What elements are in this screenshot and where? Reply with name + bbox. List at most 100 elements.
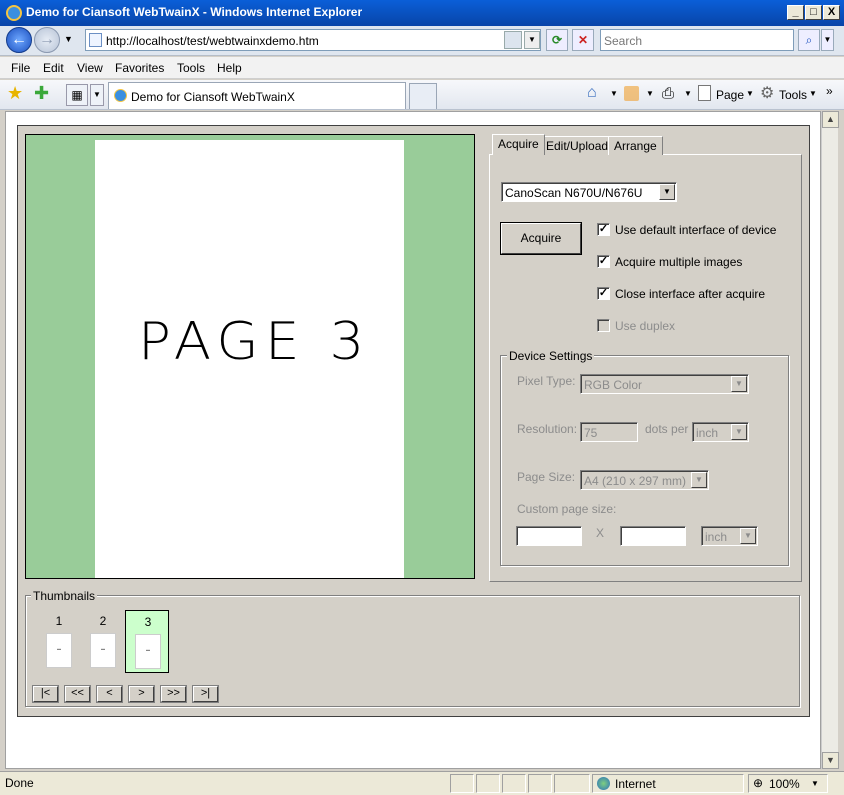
status-segment bbox=[554, 774, 590, 793]
zoom-icon: ⊕ bbox=[753, 776, 764, 790]
custom-height-input[interactable] bbox=[620, 526, 686, 546]
feeds-dropdown-icon[interactable]: ▼ bbox=[646, 89, 654, 98]
status-text: Done bbox=[5, 776, 34, 790]
new-tab-button[interactable] bbox=[409, 83, 437, 109]
globe-icon bbox=[597, 777, 610, 790]
chevron-down-icon: ▼ bbox=[740, 528, 756, 544]
vertical-scrollbar[interactable]: ▲ ▼ bbox=[821, 111, 839, 769]
custom-page-size-label: Custom page size: bbox=[517, 502, 617, 516]
page-size-label: Page Size: bbox=[517, 470, 576, 484]
thumbnail-number: 2 bbox=[99, 614, 107, 628]
address-dropdown-button[interactable]: ▼ bbox=[524, 31, 540, 49]
custom-unit-select[interactable]: inch ▼ bbox=[701, 526, 758, 546]
thumbnail-item[interactable]: 1 ▬ bbox=[37, 610, 81, 673]
browser-tab-title: Demo for Ciansoft WebTwainX bbox=[131, 90, 295, 104]
status-segment bbox=[476, 774, 500, 793]
scroll-up-button[interactable]: ▲ bbox=[822, 111, 839, 128]
device-select-value: CanoScan N670U/N676U bbox=[505, 186, 643, 200]
feeds-icon[interactable] bbox=[624, 86, 639, 101]
close-button[interactable]: X bbox=[823, 5, 840, 20]
thumbnail-item[interactable]: 2 ▬ bbox=[81, 610, 125, 673]
close-interface-label: Close interface after acquire bbox=[615, 287, 766, 301]
menu-bar: File Edit View Favorites Tools Help bbox=[0, 57, 844, 79]
tab-edit-upload[interactable]: Edit/Upload bbox=[540, 136, 615, 155]
thumbnail-image: ▬ bbox=[135, 634, 161, 669]
menu-view[interactable]: View bbox=[77, 61, 103, 75]
toolbar-overflow-icon[interactable]: » bbox=[826, 84, 833, 98]
pixel-type-label: Pixel Type: bbox=[517, 374, 576, 388]
zone-label: Internet bbox=[615, 777, 656, 791]
status-segment bbox=[528, 774, 552, 793]
add-favorite-icon[interactable]: ✚ bbox=[34, 83, 49, 104]
multiple-images-checkbox[interactable]: ✓ bbox=[597, 255, 610, 268]
thumbnail-item-selected[interactable]: 3 ▬ bbox=[125, 610, 169, 673]
status-bar: Done Internet ⊕ 100% ▼ bbox=[0, 771, 844, 795]
page-icon bbox=[89, 33, 102, 47]
tab-arrange[interactable]: Arrange bbox=[608, 136, 663, 155]
thumbnail-image: ▬ bbox=[90, 633, 116, 668]
acquire-button[interactable]: Acquire bbox=[500, 222, 582, 255]
duplex-checkbox[interactable] bbox=[597, 319, 610, 332]
menu-favorites[interactable]: Favorites bbox=[115, 61, 164, 75]
search-placeholder: Search bbox=[604, 34, 643, 48]
thumbnail-number: 1 bbox=[55, 614, 63, 628]
compatibility-icon[interactable] bbox=[504, 31, 522, 49]
tab-toolbar: ★ ✚ ▦ ▼ Demo for Ciansoft WebTwainX ⌂ ▼ … bbox=[0, 80, 844, 110]
device-settings-legend: Device Settings bbox=[507, 349, 595, 363]
last-page-button[interactable]: >| bbox=[192, 685, 219, 703]
browser-tab[interactable]: Demo for Ciansoft WebTwainX bbox=[108, 82, 406, 109]
home-icon[interactable]: ⌂ bbox=[587, 84, 597, 102]
print-dropdown-icon[interactable]: ▼ bbox=[684, 89, 692, 98]
page-dropdown-icon[interactable]: ▼ bbox=[746, 89, 754, 98]
tools-dropdown-icon[interactable]: ▼ bbox=[809, 89, 817, 98]
scroll-down-button[interactable]: ▼ bbox=[822, 752, 839, 769]
previous-page-button[interactable]: < bbox=[96, 685, 123, 703]
tools-menu-label[interactable]: Tools bbox=[779, 88, 807, 102]
page-size-select[interactable]: A4 (210 x 297 mm) ▼ bbox=[580, 470, 709, 490]
pixel-type-select[interactable]: RGB Color ▼ bbox=[580, 374, 749, 394]
home-dropdown-icon[interactable]: ▼ bbox=[610, 89, 618, 98]
multiple-images-label: Acquire multiple images bbox=[615, 255, 743, 269]
default-interface-checkbox[interactable]: ✓ bbox=[597, 223, 610, 236]
stop-icon[interactable]: ✕ bbox=[572, 29, 594, 51]
recent-pages-dropdown-icon[interactable]: ▼ bbox=[64, 34, 73, 44]
resolution-value: 75 bbox=[584, 426, 598, 440]
close-interface-checkbox[interactable]: ✓ bbox=[597, 287, 610, 300]
resolution-unit-select[interactable]: inch ▼ bbox=[692, 422, 749, 442]
previous-block-button[interactable]: << bbox=[64, 685, 91, 703]
favorites-star-icon[interactable]: ★ bbox=[7, 83, 23, 104]
forward-button[interactable]: → bbox=[34, 27, 60, 53]
scanned-page-text: PAGE 3 bbox=[138, 312, 371, 372]
thumbnail-image: ▬ bbox=[46, 633, 72, 668]
pixel-type-value: RGB Color bbox=[584, 378, 643, 392]
device-select[interactable]: CanoScan N670U/N676U ▼ bbox=[501, 182, 677, 202]
resolution-input[interactable]: 75 bbox=[580, 422, 638, 442]
custom-width-input[interactable] bbox=[516, 526, 582, 546]
address-field[interactable]: http://localhost/test/webtwainxdemo.htm bbox=[85, 29, 541, 51]
menu-tools[interactable]: Tools bbox=[177, 61, 205, 75]
refresh-icon[interactable]: ⟳ bbox=[546, 29, 568, 51]
search-options-dropdown-icon[interactable]: ▼ bbox=[821, 29, 834, 51]
search-input[interactable]: Search bbox=[600, 29, 794, 51]
search-icon[interactable]: ⌕ bbox=[798, 29, 820, 51]
next-page-button[interactable]: > bbox=[128, 685, 155, 703]
first-page-button[interactable]: |< bbox=[32, 685, 59, 703]
zoom-level: 100% bbox=[769, 777, 800, 791]
menu-help[interactable]: Help bbox=[217, 61, 242, 75]
thumbnail-number: 3 bbox=[144, 615, 152, 629]
tab-list-dropdown-icon[interactable]: ▼ bbox=[90, 84, 104, 106]
quick-tabs-icon[interactable]: ▦ bbox=[66, 84, 88, 106]
chevron-down-icon: ▼ bbox=[659, 184, 675, 200]
next-block-button[interactable]: >> bbox=[160, 685, 187, 703]
menu-file[interactable]: File bbox=[11, 61, 30, 75]
page-menu-label[interactable]: Page bbox=[716, 88, 744, 102]
zoom-segment[interactable]: ⊕ 100% ▼ bbox=[748, 774, 828, 793]
chevron-down-icon: ▼ bbox=[731, 424, 747, 440]
zoom-dropdown-icon[interactable]: ▼ bbox=[811, 779, 819, 788]
maximize-button[interactable]: □ bbox=[805, 5, 822, 20]
minimize-button[interactable]: _ bbox=[787, 5, 804, 20]
menu-edit[interactable]: Edit bbox=[43, 61, 64, 75]
tab-acquire[interactable]: Acquire bbox=[492, 134, 545, 155]
print-icon[interactable]: ⎙ bbox=[662, 85, 674, 102]
back-button[interactable]: ← bbox=[6, 27, 32, 53]
